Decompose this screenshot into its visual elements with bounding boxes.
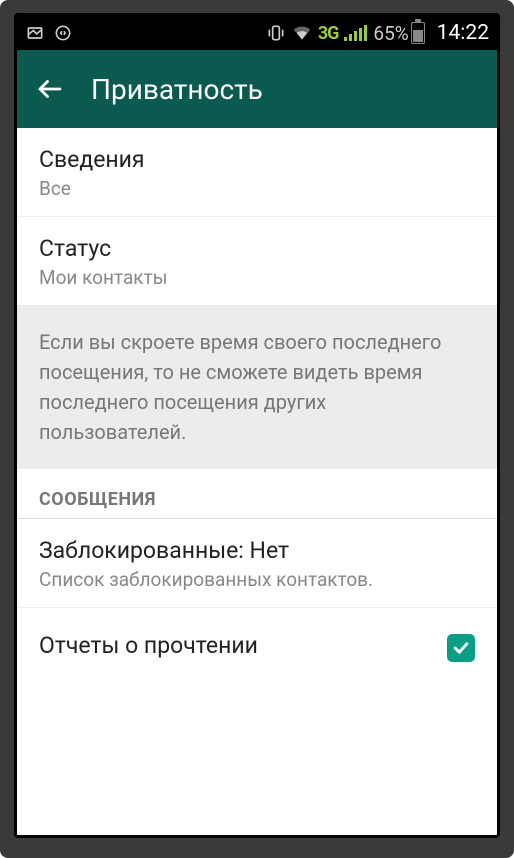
network-type-label: 3G (318, 23, 339, 44)
setting-blocked-subtitle: Список заблокированных контактов. (39, 568, 475, 591)
sync-icon (53, 23, 73, 43)
setting-read-receipts[interactable]: Отчеты о прочтении (17, 608, 497, 687)
setting-status-value: Мои контакты (39, 266, 475, 289)
last-seen-info-text: Если вы скроете время своего последнего … (17, 305, 497, 469)
page-title: Приватность (91, 73, 263, 106)
setting-about-title: Сведения (39, 146, 475, 173)
device-screen: 3G 65% 14:22 Приватность (14, 13, 500, 838)
setting-about[interactable]: Сведения Все (17, 128, 497, 217)
wifi-icon (292, 23, 312, 43)
clock: 14:22 (437, 21, 489, 45)
setting-read-receipts-title: Отчеты о прочтении (39, 632, 258, 659)
status-bar: 3G 65% 14:22 (17, 16, 497, 50)
setting-about-value: Все (39, 177, 475, 200)
app-bar: Приватность (17, 50, 497, 128)
back-button[interactable] (35, 74, 65, 104)
setting-status-title: Статус (39, 235, 475, 262)
screenshot-icon (25, 23, 45, 43)
status-left (25, 23, 73, 43)
signal-icon (344, 25, 367, 41)
status-right: 3G 65% 14:22 (266, 21, 489, 45)
setting-status[interactable]: Статус Мои контакты (17, 217, 497, 305)
battery-icon (411, 22, 425, 44)
section-header-messages: СООБЩЕНИЯ (17, 469, 497, 519)
setting-blocked-title: Заблокированные: Нет (39, 537, 475, 564)
battery-indicator: 65% (373, 22, 424, 45)
device-frame: 3G 65% 14:22 Приватность (0, 0, 514, 858)
battery-percent: 65% (373, 22, 408, 45)
settings-list[interactable]: Сведения Все Статус Мои контакты Если вы… (17, 128, 497, 835)
vibrate-icon (266, 23, 286, 43)
read-receipts-checkbox[interactable] (447, 634, 475, 662)
setting-blocked[interactable]: Заблокированные: Нет Список заблокирован… (17, 519, 497, 608)
